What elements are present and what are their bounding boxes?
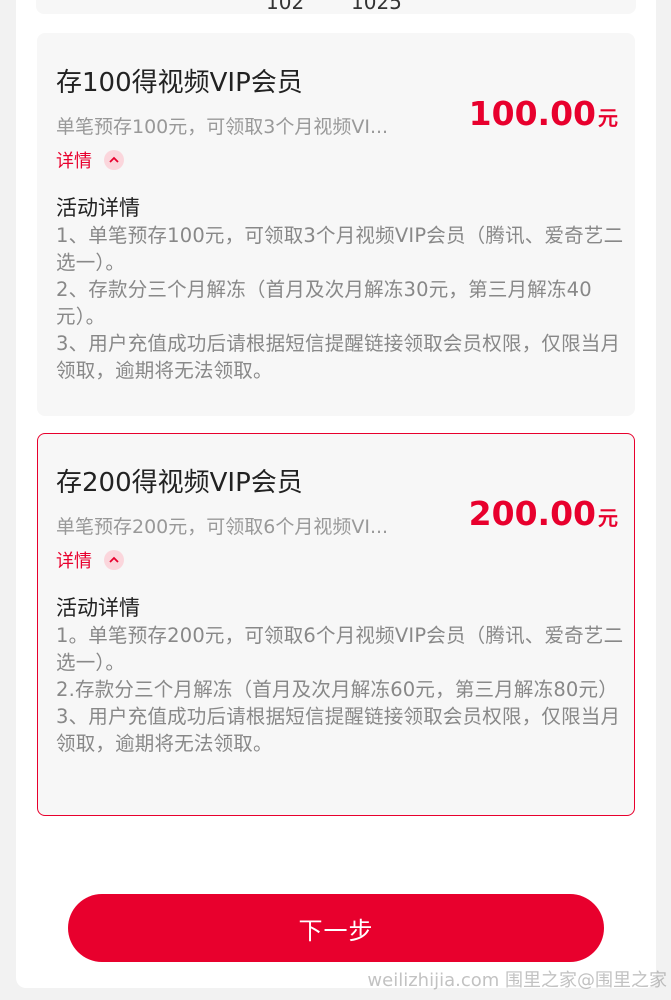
chevron-up-icon <box>104 150 124 170</box>
offer-subtitle: 单笔预存200元，可领取6个月视频VI... <box>56 516 389 538</box>
detail-toggle[interactable]: 详情 <box>56 147 124 173</box>
offer-price-unit: 元 <box>598 506 618 530</box>
offer-title: 存100得视频VIP会员 <box>56 68 303 98</box>
watermark: weilizhijia.com 围里之家@围里之家 <box>367 970 667 991</box>
offer-card-200[interactable]: 存200得视频VIP会员 单笔预存200元，可领取6个月视频VI... 200.… <box>37 433 635 816</box>
detail-body: 活动详情 1、单笔预存100元，可领取3个月视频VIP会员（腾讯、爱奇艺二选一）… <box>56 194 624 384</box>
offer-price: 200.00 元 <box>469 494 618 533</box>
detail-heading: 活动详情 <box>56 596 140 620</box>
detail-heading: 活动详情 <box>56 196 140 220</box>
detail-line: 3、用户充值成功后请根据短信提醒链接领取会员权限，仅限当月领取，逾期将无法领取。 <box>56 332 621 382</box>
detail-line: 3、用户充值成功后请根据短信提醒链接领取会员权限，仅限当月领取，逾期将无法领取。 <box>56 705 621 755</box>
detail-line: 2、存款分三个月解冻（首月及次月解冻30元，第三月解冻40元）。 <box>56 278 592 328</box>
detail-body: 活动详情 1。单笔预存200元，可领取6个月视频VIP会员（腾讯、爱奇艺二选一）… <box>56 594 624 757</box>
detail-toggle-label: 详情 <box>56 551 92 572</box>
previous-offer-card[interactable]: 102 1025 <box>36 0 636 14</box>
chevron-up-icon <box>104 550 124 570</box>
next-step-button[interactable]: 下一步 <box>68 894 604 962</box>
previous-offer-fragment-left: 102 <box>266 0 305 14</box>
offer-price-amount: 200.00 <box>468 494 596 533</box>
offer-price-unit: 元 <box>598 106 618 130</box>
offer-price-amount: 100.00 <box>468 94 596 133</box>
detail-line: 1。单笔预存200元，可领取6个月视频VIP会员（腾讯、爱奇艺二选一）。 <box>56 624 624 674</box>
offer-list-panel: 102 1025 存100得视频VIP会员 单笔预存100元，可领取3个月视频V… <box>16 0 656 988</box>
detail-line: 2.存款分三个月解冻（首月及次月解冻60元，第三月解冻80元） <box>56 678 618 701</box>
offer-card-100[interactable]: 存100得视频VIP会员 单笔预存100元，可领取3个月视频VI... 100.… <box>37 33 635 416</box>
previous-offer-fragment-right: 1025 <box>351 0 402 14</box>
offer-subtitle: 单笔预存100元，可领取3个月视频VI... <box>56 116 389 138</box>
detail-toggle[interactable]: 详情 <box>56 547 124 573</box>
offer-price: 100.00 元 <box>469 94 618 133</box>
detail-toggle-label: 详情 <box>56 151 92 172</box>
offer-title: 存200得视频VIP会员 <box>56 468 303 498</box>
detail-line: 1、单笔预存100元，可领取3个月视频VIP会员（腾讯、爱奇艺二选一）。 <box>56 224 624 274</box>
